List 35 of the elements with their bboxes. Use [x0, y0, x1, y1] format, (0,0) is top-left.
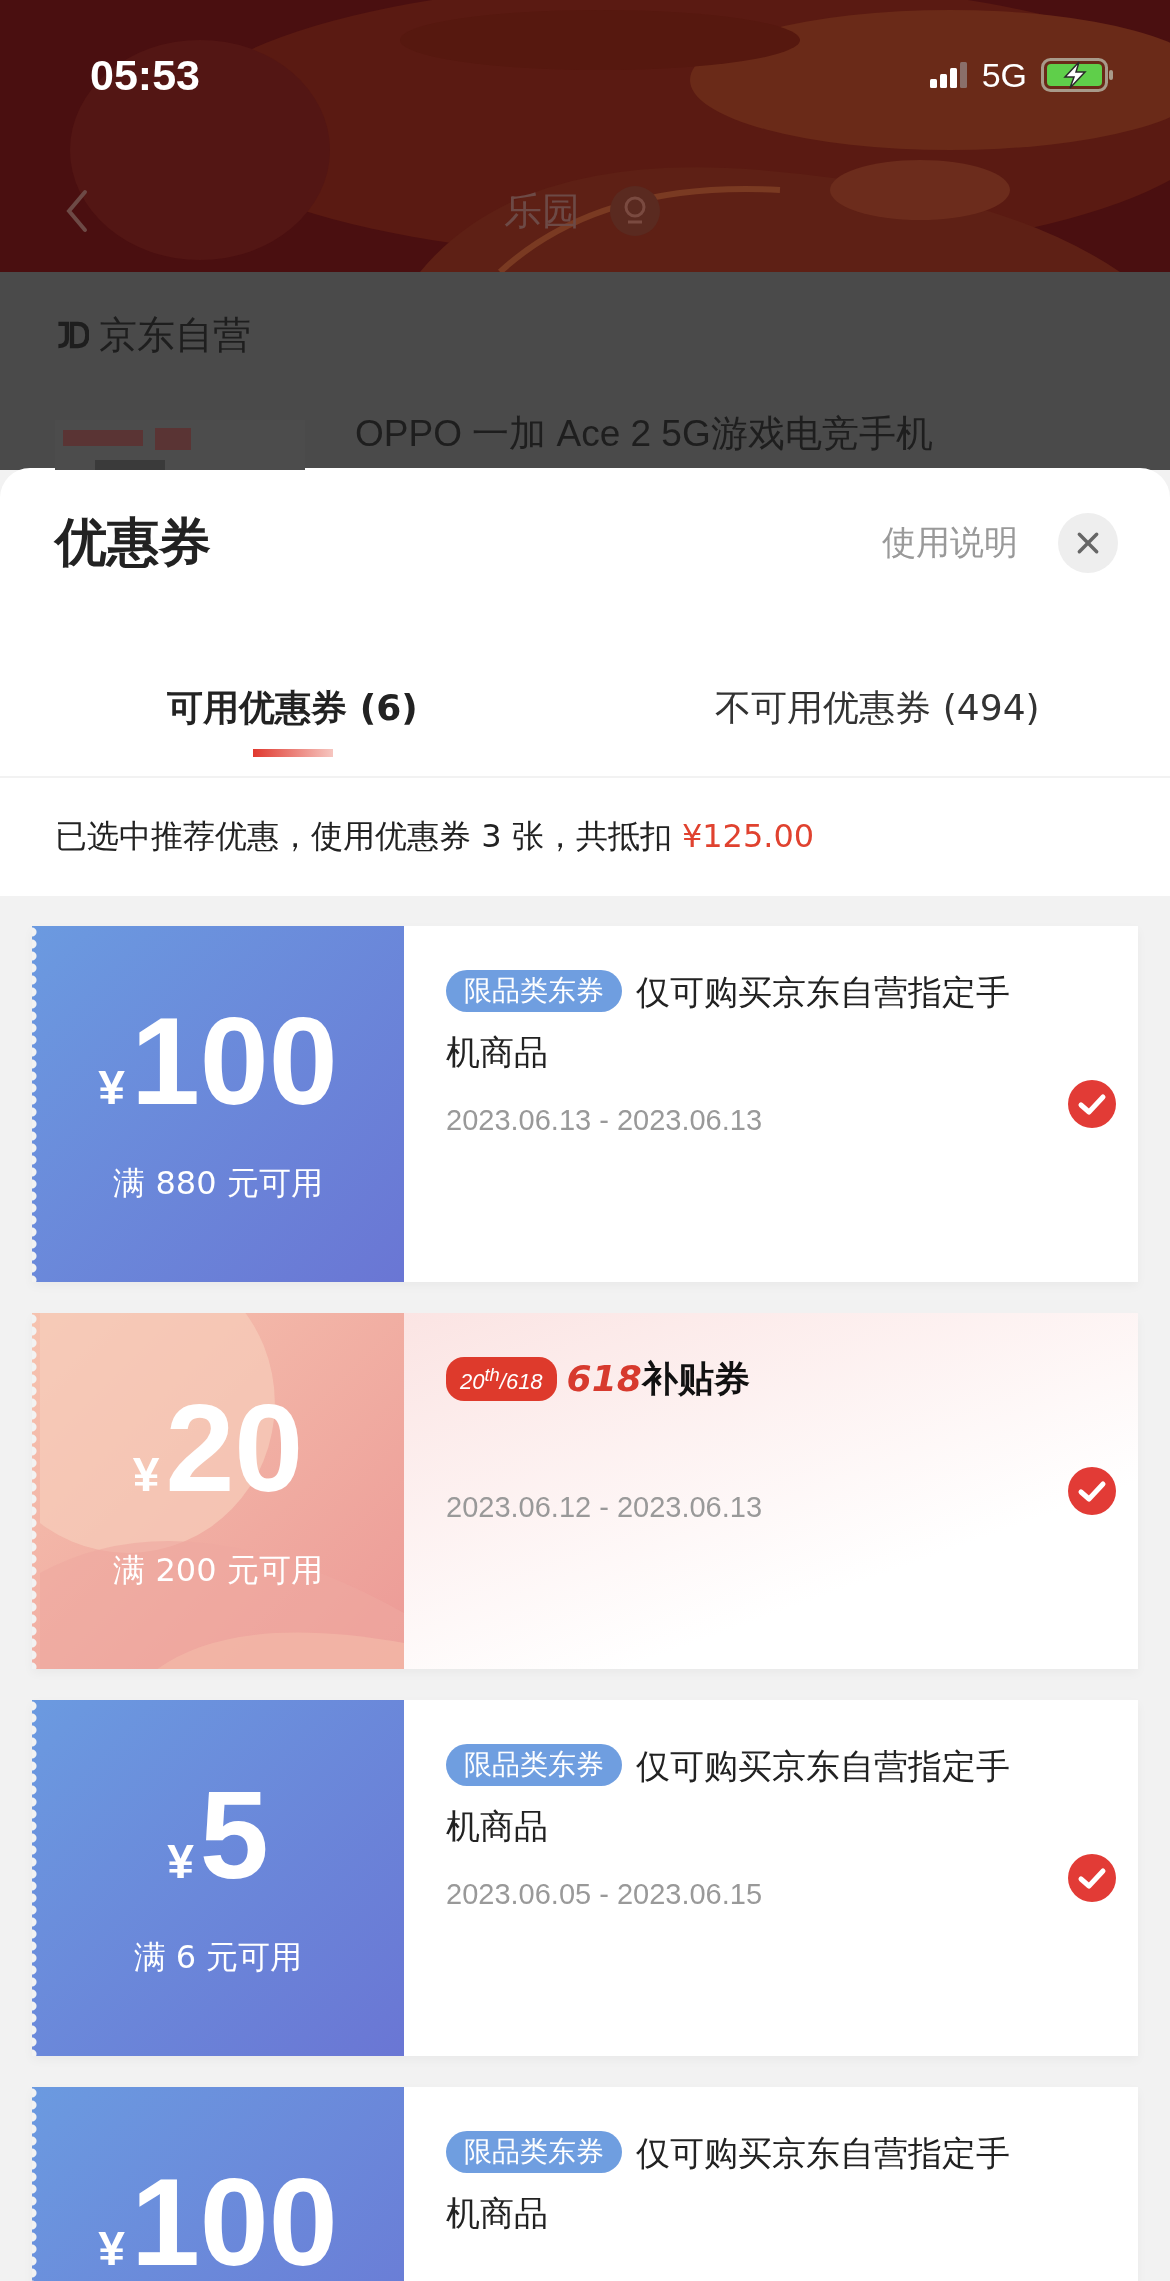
close-icon: [1075, 530, 1101, 556]
coupon-card[interactable]: ¥20 满 200 元可用 20$^{th}$/618 618补贴券 2023.06.12 - 2023.06.13: [32, 1313, 1138, 1669]
check-icon[interactable]: [1068, 1854, 1116, 1902]
coupon-description: 限品类东券 仅可购买京东自营指定手机商品: [446, 2130, 1011, 2235]
tab[interactable]: 不可用优惠券 (494): [715, 684, 1040, 733]
battery-charging-icon: [1041, 58, 1115, 92]
status-time: 05:53: [90, 50, 200, 100]
coupon-tag: 限品类东券: [446, 2131, 622, 2173]
check-icon[interactable]: [1068, 1080, 1116, 1128]
coupon-dates: 2023.06.12 - 2023.06.13: [446, 1491, 764, 1524]
coupon-tag: 限品类东券: [446, 1744, 622, 1786]
coupon-amount: ¥20: [132, 1383, 304, 1513]
subsidy-badge: 20$^{th}$/618: [446, 1357, 557, 1401]
signal-icon: [929, 62, 968, 88]
network-label: 5G: [981, 55, 1027, 95]
coupon-dates: 2023.06.13 - 2023.06.13: [446, 1104, 764, 1137]
tab[interactable]: 可用优惠券 (6): [167, 684, 418, 733]
coupon-condition: 满 880 元可用: [113, 1163, 323, 1204]
coupon-amount: ¥100: [98, 2157, 338, 2281]
coupon-amount: ¥100: [98, 996, 338, 1126]
coupon-condition: 满 6 元可用: [133, 1937, 303, 1978]
check-icon[interactable]: [1068, 1467, 1116, 1515]
coupon-card[interactable]: ¥5 满 6 元可用 限品类东券 仅可购买京东自营指定手机商品 2023.06.05 - 2023.06.15: [32, 1700, 1138, 2056]
coupon-card[interactable]: ¥100 满 880 元可用 限品类东券 仅可购买京东自营指定手机商品 2023.06.13 - 2023.06.13: [32, 926, 1138, 1282]
coupon-description: 限品类东券 仅可购买京东自营指定手机商品: [446, 1743, 1011, 1848]
coupon-card[interactable]: ¥100 限品类东券 仅可购买京东自营指定手机商品: [32, 2087, 1138, 2281]
sheet-title: 优惠券: [55, 511, 211, 574]
coupon-condition: 满 200 元可用: [113, 1550, 323, 1591]
coupon-title: 618补贴券: [566, 1356, 750, 1401]
summary-text: 已选中推荐优惠，使用优惠券 3 张，共抵扣 ¥125.00: [55, 816, 815, 857]
coupon-dates: 2023.06.05 - 2023.06.15: [446, 1878, 764, 1911]
coupon-tag: 限品类东券: [446, 970, 622, 1012]
coupon-amount: ¥5: [167, 1770, 269, 1900]
coupon-description: 限品类东券 仅可购买京东自营指定手机商品: [446, 969, 1011, 1074]
jd-logo-icon: [55, 321, 89, 349]
